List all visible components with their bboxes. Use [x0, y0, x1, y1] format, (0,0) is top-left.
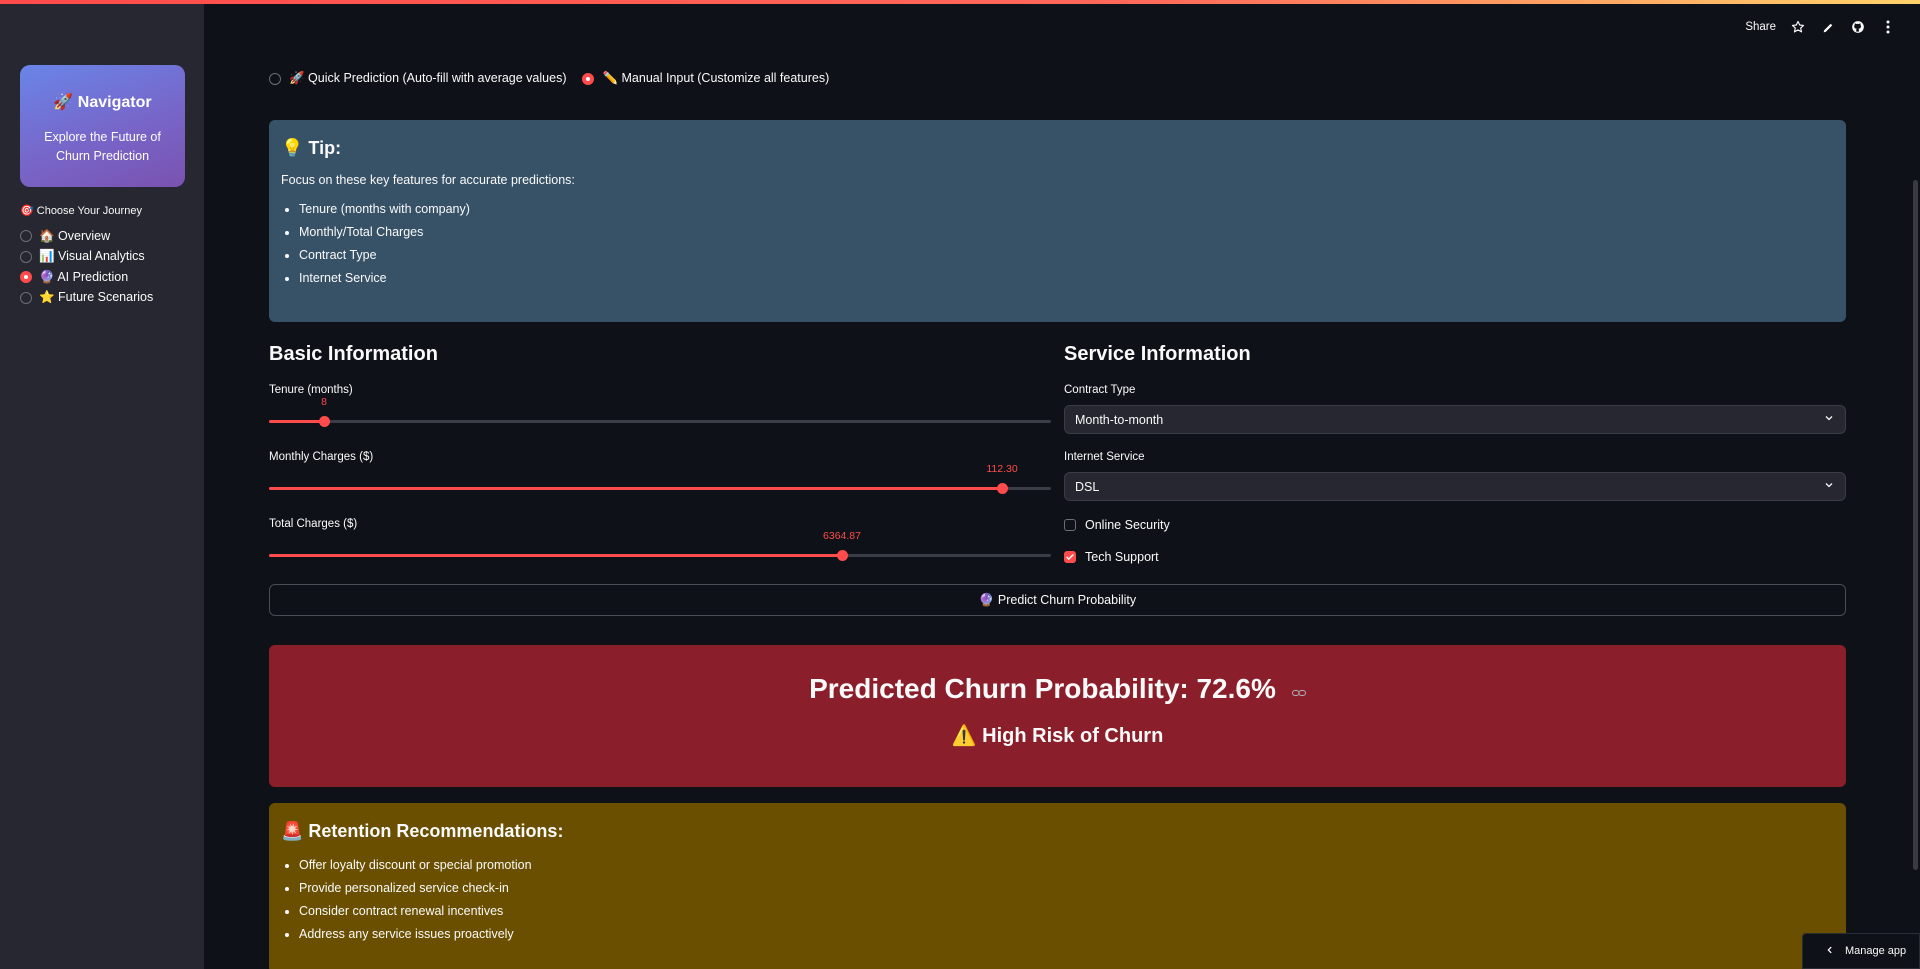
- navigator-subtitle: Explore the Future of Churn Prediction: [44, 130, 161, 163]
- list-item: Tenure (months with company): [299, 198, 1834, 221]
- retention-title: 🚨 Retention Recommendations:: [281, 821, 564, 841]
- quick-prediction-radio[interactable]: [269, 72, 281, 85]
- navigator-title: 🚀 Navigator: [53, 94, 152, 111]
- sidebar-item-label: ⭐ Future Scenarios: [39, 290, 154, 305]
- slider-value: 8: [321, 396, 327, 408]
- top-decoration-bar: [0, 0, 1920, 4]
- radio-circle-icon[interactable]: [20, 250, 32, 263]
- tip-intro: Focus on these key features for accurate…: [281, 173, 575, 187]
- probability-text: Predicted Churn Probability: 72.6%: [809, 673, 1276, 704]
- monthly-charges-slider[interactable]: 112.30: [269, 463, 1051, 498]
- main-content: 🚀 Quick Prediction (Auto-fill with avera…: [269, 0, 1846, 969]
- list-item: Provide personalized service check-in: [299, 877, 1834, 900]
- list-item: Consider contract renewal incentives: [299, 900, 1834, 923]
- monthly-charges-label: Monthly Charges ($): [269, 451, 374, 463]
- prediction-mode-radio-group: 🚀 Quick Prediction (Auto-fill with avera…: [269, 71, 845, 86]
- journey-radio-group: 🏠 Overview 📊 Visual Analytics 🔮 AI Predi…: [20, 226, 153, 308]
- manual-input-label[interactable]: ✏️ Manual Input (Customize all features): [602, 71, 829, 86]
- slider-fill: [269, 554, 842, 557]
- total-charges-slider[interactable]: 6364.87: [269, 530, 1051, 565]
- manage-app-button[interactable]: Manage app: [1802, 933, 1920, 969]
- tenure-label: Tenure (months): [269, 384, 353, 396]
- service-information-section: Service Information Contract Type Month-…: [1064, 343, 1846, 564]
- slider-thumb[interactable]: [997, 483, 1008, 494]
- checkbox-checked-icon[interactable]: [1064, 551, 1076, 563]
- chevron-down-icon: [1823, 479, 1835, 494]
- risk-level-text: ⚠️ High Risk of Churn: [951, 725, 1164, 747]
- basic-information-section: Basic Information Tenure (months) 8 Mont…: [269, 343, 1051, 561]
- list-item: Contract Type: [299, 244, 1834, 267]
- manage-app-label: Manage app: [1845, 945, 1907, 957]
- slider-fill: [269, 420, 324, 423]
- tech-support-label: Tech Support: [1085, 550, 1159, 564]
- total-charges-label: Total Charges ($): [269, 518, 358, 530]
- sidebar-item-future-scenarios[interactable]: ⭐ Future Scenarios: [20, 288, 153, 309]
- section-title: Service Information: [1064, 343, 1251, 365]
- slider-thumb[interactable]: [319, 416, 330, 427]
- chevron-down-icon: [1823, 412, 1835, 427]
- retention-recommendations-box: 🚨 Retention Recommendations: Offer loyal…: [269, 803, 1846, 969]
- radio-circle-icon[interactable]: [20, 230, 32, 243]
- slider-value: 6364.87: [823, 530, 861, 542]
- more-vertical-icon[interactable]: [1880, 19, 1896, 35]
- list-item: Internet Service: [299, 267, 1834, 290]
- contract-type-label: Contract Type: [1064, 384, 1136, 396]
- sidebar-item-ai-prediction[interactable]: 🔮 AI Prediction: [20, 267, 153, 288]
- contract-type-select[interactable]: Month-to-month: [1064, 405, 1846, 434]
- tip-list: Tenure (months with company) Monthly/Tot…: [281, 198, 1834, 290]
- internet-service-select[interactable]: DSL: [1064, 472, 1846, 501]
- prediction-result-box: Predicted Churn Probability: 72.6% ⚠️ Hi…: [269, 645, 1846, 787]
- churn-probability-heading: Predicted Churn Probability: 72.6%: [809, 673, 1306, 705]
- tip-box: 💡 Tip: Focus on these key features for a…: [269, 120, 1846, 322]
- sidebar-item-visual-analytics[interactable]: 📊 Visual Analytics: [20, 247, 153, 268]
- page-scrollbar[interactable]: [1913, 180, 1918, 870]
- internet-service-label: Internet Service: [1064, 451, 1145, 463]
- radio-selected-icon[interactable]: [20, 271, 32, 284]
- list-item: Monthly/Total Charges: [299, 221, 1834, 244]
- section-title: Basic Information: [269, 343, 438, 365]
- predict-churn-button[interactable]: 🔮 Predict Churn Probability: [269, 584, 1846, 616]
- slider-track: [269, 420, 1051, 423]
- select-value: DSL: [1075, 479, 1100, 494]
- tech-support-checkbox-row[interactable]: Tech Support: [1064, 550, 1159, 564]
- chevron-left-icon: [1825, 945, 1835, 958]
- online-security-checkbox-row[interactable]: Online Security: [1064, 518, 1170, 532]
- select-value: Month-to-month: [1075, 412, 1164, 427]
- journey-label: 🎯 Choose Your Journey: [20, 205, 142, 217]
- link-icon[interactable]: [1291, 673, 1306, 705]
- online-security-label: Online Security: [1085, 518, 1170, 532]
- sidebar-item-label: 🏠 Overview: [39, 228, 111, 243]
- slider-value: 112.30: [986, 463, 1018, 475]
- checkbox-empty-icon[interactable]: [1064, 519, 1076, 531]
- github-icon[interactable]: [1850, 19, 1866, 35]
- navigator-card: 🚀 Navigator Explore the Future of Churn …: [20, 65, 185, 187]
- slider-fill: [269, 487, 1002, 490]
- manual-input-radio[interactable]: [582, 72, 595, 85]
- radio-circle-icon[interactable]: [20, 291, 32, 304]
- sidebar: 🚀 Navigator Explore the Future of Churn …: [0, 0, 204, 969]
- list-item: Address any service issues proactively: [299, 923, 1834, 946]
- sidebar-item-label: 🔮 AI Prediction: [39, 269, 129, 284]
- tip-title: 💡 Tip:: [281, 138, 342, 158]
- list-item: Offer loyalty discount or special promot…: [299, 854, 1834, 877]
- slider-thumb[interactable]: [837, 550, 848, 561]
- sidebar-item-overview[interactable]: 🏠 Overview: [20, 226, 153, 247]
- tenure-slider[interactable]: 8: [269, 396, 1051, 431]
- sidebar-item-label: 📊 Visual Analytics: [39, 249, 145, 264]
- quick-prediction-label[interactable]: 🚀 Quick Prediction (Auto-fill with avera…: [289, 71, 566, 86]
- retention-list: Offer loyalty discount or special promot…: [281, 854, 1834, 946]
